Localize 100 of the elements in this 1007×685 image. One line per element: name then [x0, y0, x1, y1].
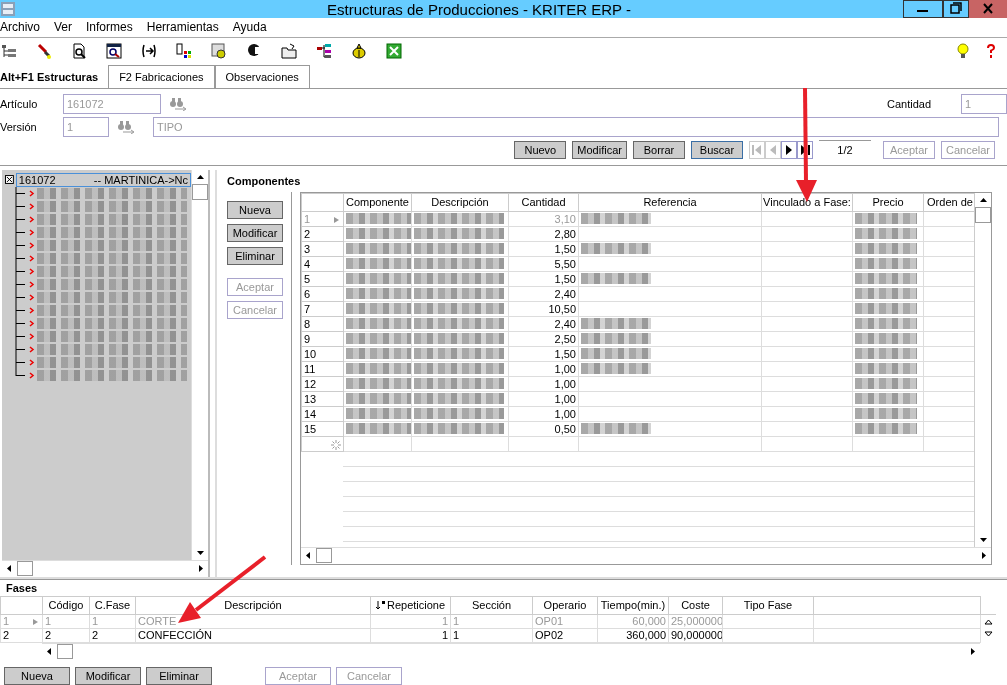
tree-connector	[15, 303, 37, 317]
table-cell: CONFECCIÓN	[138, 629, 212, 642]
scroll-thumb[interactable]	[57, 644, 73, 660]
print-preview-icon[interactable]	[71, 43, 87, 60]
blurred-text	[346, 303, 411, 315]
record-button[interactable]: Buscar	[690, 140, 743, 159]
column-header[interactable]: Sección	[450, 596, 533, 615]
table-cell: 1	[441, 629, 448, 642]
minimize-button[interactable]	[903, 0, 943, 18]
tree-connector	[15, 251, 37, 265]
folder-icon[interactable]	[281, 43, 297, 60]
record-button[interactable]: Modificar	[572, 140, 627, 159]
column-header[interactable]: Tipo Fase	[722, 596, 814, 615]
collapse-icon[interactable]	[5, 175, 14, 185]
tree-connector	[15, 199, 37, 213]
row-number: 9	[304, 332, 311, 345]
table-cell: 2	[45, 629, 52, 642]
column-header[interactable]: Cantidad	[508, 193, 579, 212]
window-search-icon[interactable]	[106, 43, 122, 60]
grid-action-button[interactable]: Modificar	[75, 667, 141, 685]
lightbulb-icon[interactable]	[955, 43, 971, 60]
scroll-thumb[interactable]	[192, 183, 208, 200]
hierarchy-icon[interactable]	[316, 43, 332, 60]
column-header[interactable]: Repeticione	[370, 596, 451, 615]
blurred-text	[581, 363, 651, 375]
table-cell: 1	[45, 615, 52, 628]
table-cell: 2,40	[554, 317, 576, 330]
row-number: 11	[304, 362, 316, 375]
field-label: Artículo	[0, 97, 39, 110]
table-cell: OP01	[535, 615, 564, 628]
table-cell: 0,50	[554, 422, 576, 435]
money-bag-icon[interactable]	[351, 43, 367, 60]
table-cell: CORTE	[138, 615, 177, 628]
blurred-text	[855, 258, 917, 270]
blurred-text	[855, 273, 917, 285]
record-button[interactable]: Borrar	[632, 140, 685, 159]
column-header[interactable]: C.Fase	[89, 596, 136, 615]
scroll-thumb[interactable]	[316, 548, 332, 564]
blurred-text	[855, 333, 917, 345]
tree-connector	[15, 225, 37, 239]
grid-action-button[interactable]: Modificar	[227, 223, 283, 242]
tree-list-icon[interactable]	[1, 43, 17, 60]
blurred-text	[581, 318, 651, 330]
row-number: 7	[304, 302, 311, 315]
menu-item[interactable]: Ver	[54, 20, 73, 35]
field-label: Versión	[0, 120, 38, 133]
binoculars-icon[interactable]	[117, 119, 135, 134]
brush-icon[interactable]	[36, 43, 52, 60]
tree-connector	[15, 186, 37, 200]
column-header[interactable]: Tiempo(min.)	[597, 596, 669, 615]
tab[interactable]: F2 Fabricaciones	[108, 64, 215, 89]
horizontal-scrollbar[interactable]	[2, 559, 208, 577]
blurred-text	[346, 333, 411, 345]
blurred-text	[855, 318, 917, 330]
vertical-scrollbar[interactable]	[974, 192, 991, 547]
new-row-icon	[331, 440, 341, 451]
column-header[interactable]: Coste	[668, 596, 723, 615]
blurred-text	[855, 393, 917, 405]
grid-action-button[interactable]: Nueva	[227, 200, 283, 219]
column-header[interactable]: Referencia	[578, 193, 762, 212]
blurred-text	[346, 258, 411, 270]
row-number: 3	[304, 242, 311, 255]
blurred-text	[581, 213, 651, 225]
field-label: Cantidad	[887, 97, 933, 110]
column-header[interactable]: Precio	[852, 193, 924, 212]
table-cell: 60,000	[632, 615, 666, 628]
blurred-text	[855, 408, 917, 420]
menu-item[interactable]: Ayuda	[232, 20, 267, 35]
grid-action-button[interactable]: Eliminar	[146, 667, 212, 685]
tab[interactable]: Observaciones	[214, 64, 310, 89]
column-header[interactable]: Código	[42, 596, 90, 615]
row-number: 12	[304, 377, 317, 390]
tab[interactable]: Alt+F1 Estructuras	[0, 64, 109, 89]
close-button[interactable]	[969, 0, 1007, 18]
grid-action-button[interactable]: Nueva	[4, 667, 70, 685]
row-number: 2	[3, 629, 10, 642]
columns-grid-icon[interactable]	[176, 43, 192, 60]
column-header[interactable]: Descripción	[135, 596, 371, 615]
grid-action-button[interactable]: Eliminar	[227, 246, 283, 265]
menu-item[interactable]: Archivo	[0, 20, 40, 35]
vertical-scrollbar[interactable]	[191, 169, 208, 560]
record-button[interactable]: Nuevo	[514, 140, 567, 159]
column-header[interactable]: Descripción	[411, 193, 509, 212]
menu-item[interactable]: Herramientas	[146, 20, 219, 35]
scroll-thumb[interactable]	[17, 561, 33, 577]
menu-item[interactable]: Informes	[86, 20, 133, 35]
blurred-text	[581, 243, 651, 255]
blurred-text	[855, 348, 917, 360]
tree-node[interactable]: 161072 -- MARTINICA->Nc	[15, 172, 191, 187]
column-header[interactable]: Operario	[532, 596, 598, 615]
scroll-thumb[interactable]	[975, 206, 991, 223]
binoculars-icon[interactable]	[169, 96, 187, 111]
next-record-button[interactable]	[780, 140, 797, 159]
restore-button[interactable]	[943, 0, 969, 18]
blurred-text	[346, 348, 411, 360]
table-cell: 1,00	[554, 377, 576, 390]
spreadsheet-icon[interactable]	[386, 43, 402, 60]
table-cell: 1,00	[554, 362, 576, 375]
column-header[interactable]: Componente	[343, 193, 412, 212]
bracket-arrow-icon[interactable]	[141, 43, 157, 60]
